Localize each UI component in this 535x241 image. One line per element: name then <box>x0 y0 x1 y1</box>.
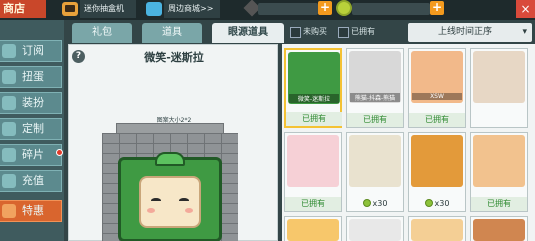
coin-icon <box>336 0 352 16</box>
tab-source-items[interactable]: 眼源道具 <box>212 23 284 43</box>
item-preview: ? 微笑-迷斯拉 图案大小2*2 <box>68 44 278 241</box>
item-card[interactable]: x30 <box>346 132 404 212</box>
merch-store-icon[interactable] <box>146 2 162 16</box>
item-card[interactable] <box>470 216 528 241</box>
item-thumbnail <box>411 219 463 241</box>
item-thumbnail <box>473 51 525 103</box>
gacha-machine-link[interactable]: 迷你抽盒机>> <box>80 0 136 31</box>
item-card[interactable]: 已拥有 <box>284 132 342 212</box>
item-card[interactable]: XSW 已拥有 <box>408 48 466 128</box>
sort-dropdown[interactable]: 上线时间正序 ▾ <box>408 23 532 42</box>
item-thumbnail <box>473 135 525 187</box>
sidebar-item-label: 特惠 <box>22 204 44 217</box>
item-price: x30 <box>409 197 465 211</box>
tabs-row: 礼包 道具 眼源道具 未购买 已拥有 上线时间正序 ▾ <box>64 20 535 44</box>
item-thumbnail <box>473 219 525 241</box>
item-name: 微笑-迷斯拉 <box>289 94 339 103</box>
dressup-icon <box>2 96 16 110</box>
main-panel: 礼包 道具 眼源道具 未购买 已拥有 上线时间正序 ▾ ? 微笑-迷斯拉 图案大… <box>64 20 535 241</box>
preview-model[interactable] <box>90 123 250 241</box>
top-bar: 商店 迷你抽盒机>> 周边商城>> + + × <box>0 0 535 31</box>
coin-icon <box>362 199 371 207</box>
character-head <box>118 152 222 241</box>
recharge-icon <box>2 174 16 188</box>
owned-label: 已拥有 <box>351 27 375 36</box>
coin-balance <box>352 3 430 15</box>
item-name: XSW <box>412 93 462 100</box>
item-card[interactable] <box>470 48 528 128</box>
sidebar-item-label: 碎片 <box>22 148 44 161</box>
add-gems-button[interactable]: + <box>318 1 332 15</box>
sidebar-item-label: 定制 <box>22 122 44 135</box>
sidebar-item-dressup[interactable]: 装扮 <box>0 92 62 114</box>
item-card[interactable] <box>284 216 342 241</box>
shop-title: 商店 <box>0 0 46 18</box>
preview-title: 微笑-迷斯拉 <box>144 51 204 64</box>
custom-icon <box>2 122 16 136</box>
item-thumbnail <box>287 219 339 241</box>
gacha-icon <box>2 70 16 84</box>
owned-status: 已拥有 <box>285 197 341 211</box>
subscribe-icon <box>2 44 16 58</box>
gem-balance <box>258 3 318 15</box>
close-button[interactable]: × <box>516 0 535 18</box>
sidebar-item-subscribe[interactable]: 订阅 <box>0 40 62 62</box>
tab-items[interactable]: 道具 <box>142 23 202 43</box>
eye-icon <box>179 198 189 203</box>
sort-value: 上线时间正序 <box>438 27 493 37</box>
unowned-label: 未购买 <box>303 27 327 36</box>
leaf-icon <box>155 152 185 166</box>
sidebar-item-custom[interactable]: 定制 <box>0 118 62 140</box>
sidebar-item-specials[interactable]: 特惠 <box>0 200 62 222</box>
tab-gift-pack[interactable]: 礼包 <box>72 23 132 43</box>
sidebar-item-gacha[interactable]: 扭蛋 <box>0 66 62 88</box>
sidebar-item-recharge[interactable]: 充值 <box>0 170 62 192</box>
item-card[interactable]: 已拥有 <box>470 132 528 212</box>
owned-checkbox[interactable] <box>338 27 349 38</box>
fragments-icon <box>2 148 16 162</box>
unowned-checkbox[interactable] <box>290 27 301 38</box>
sidebar-item-label: 装扮 <box>22 96 44 109</box>
owned-status: 已拥有 <box>471 197 527 211</box>
owned-status: 已拥有 <box>286 112 342 126</box>
character-face <box>139 176 201 228</box>
eye-icon <box>151 198 161 203</box>
item-card[interactable]: 熊猫-抖森-熊猫 已拥有 <box>346 48 404 128</box>
coin-icon <box>424 199 433 207</box>
notification-dot <box>56 149 63 156</box>
chevron-down-icon: ▾ <box>522 27 527 37</box>
item-card[interactable]: 微笑-迷斯拉 已拥有 <box>284 48 342 128</box>
specials-icon <box>2 204 16 218</box>
item-price: x30 <box>347 197 403 211</box>
blush <box>185 208 193 213</box>
item-thumbnail <box>411 135 463 187</box>
item-card[interactable]: x30 <box>408 132 466 212</box>
sidebar-item-fragments[interactable]: 碎片 <box>0 144 63 166</box>
item-card[interactable] <box>408 216 466 241</box>
item-card[interactable] <box>346 216 404 241</box>
sidebar-item-label: 充值 <box>22 174 44 187</box>
item-grid: 微笑-迷斯拉 已拥有 熊猫-抖森-熊猫 已拥有 XSW 已拥有 已拥有 x30 … <box>282 44 535 241</box>
sidebar-item-label: 扭蛋 <box>22 70 44 83</box>
sidebar-item-label: 订阅 <box>22 44 44 57</box>
item-thumbnail <box>349 219 401 241</box>
merch-store-link[interactable]: 周边商城>> <box>164 0 220 18</box>
owned-status: 已拥有 <box>347 113 403 127</box>
blush <box>147 208 155 213</box>
add-coins-button[interactable]: + <box>430 1 444 15</box>
item-thumbnail <box>287 135 339 187</box>
item-name: 熊猫-抖森-熊猫 <box>350 93 400 102</box>
item-thumbnail <box>349 135 401 187</box>
sidebar: 订阅 扭蛋 装扮 定制 碎片 充值 特惠 <box>0 20 64 241</box>
owned-status: 已拥有 <box>409 113 465 127</box>
gacha-machine-icon[interactable] <box>62 2 78 16</box>
